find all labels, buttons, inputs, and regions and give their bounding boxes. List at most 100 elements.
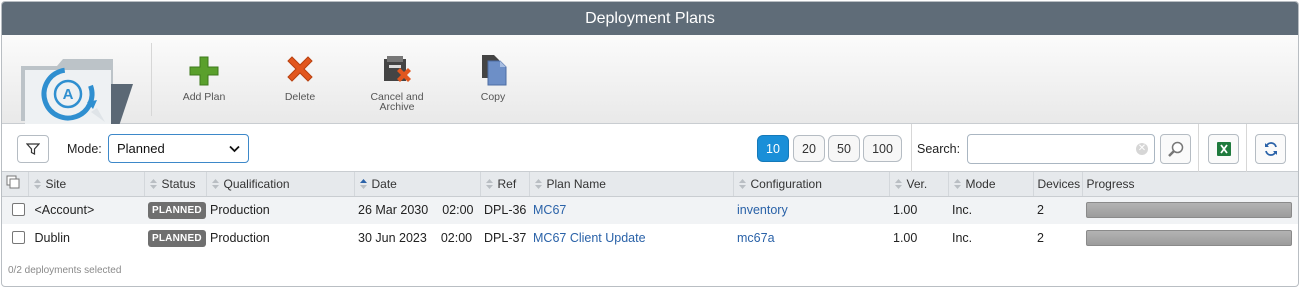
toolbar: A Add Plan Delete Cancel and Archive Cop… [2, 35, 1298, 126]
version-cell: 1.00 [893, 203, 918, 218]
deployment-plans-table: Site Status Qualification Date Ref Plan … [2, 172, 1298, 252]
copy-label: Copy [480, 91, 506, 103]
configuration-link[interactable]: mc67a [737, 231, 775, 245]
devices-cell: 2 [1037, 231, 1044, 245]
column-date[interactable]: Date [354, 172, 481, 197]
select-all-column[interactable] [2, 172, 29, 197]
date-cell: 30 Jun 2023 02:00 [358, 231, 473, 245]
column-qualification[interactable]: Qualification [206, 172, 355, 197]
archive-cancel-icon [384, 56, 411, 82]
row-checkbox[interactable] [12, 203, 25, 217]
column-site[interactable]: Site [28, 172, 145, 197]
version-cell: 1.00 [893, 231, 918, 245]
mode-select[interactable]: Planned [108, 134, 249, 163]
column-plan-name[interactable]: Plan Name [529, 172, 734, 197]
page-size-50[interactable]: 50 [828, 135, 860, 162]
progress-cell [1082, 196, 1298, 224]
excel-icon [1216, 142, 1231, 156]
sort-icon [953, 178, 961, 189]
cancel-archive-button[interactable]: Cancel and Archive [357, 53, 437, 112]
page-size-10[interactable]: 10 [757, 135, 789, 162]
column-configuration[interactable]: Configuration [733, 172, 890, 197]
magnifier-icon [1167, 141, 1183, 157]
window-title-bar: Deployment Plans [2, 2, 1298, 35]
toolbar-separator [151, 43, 152, 116]
status-badge: PLANNED [148, 201, 206, 219]
search-input[interactable]: ✕ [967, 134, 1155, 164]
mode-label: Mode: [67, 142, 102, 156]
configuration-link[interactable]: inventory [737, 203, 788, 217]
column-status[interactable]: Status [144, 172, 207, 197]
table-row[interactable]: Dublin PLANNED Production 30 Jun 2023 02:… [2, 224, 1298, 252]
plus-icon [189, 56, 219, 86]
status-cell: PLANNED [144, 196, 206, 224]
site-cell: <Account> [2, 196, 144, 224]
mode-cell: Inc. [952, 203, 973, 218]
date-cell: 26 Mar 2030 02:00 [358, 203, 474, 218]
qualification-cell: Production [210, 231, 270, 245]
plan-name-cell: MC67 Client Update [529, 224, 733, 252]
delete-x-icon [287, 56, 313, 82]
delete-label: Delete [284, 91, 316, 103]
export-excel-button[interactable] [1208, 134, 1239, 164]
column-ref[interactable]: Ref [480, 172, 530, 197]
configuration-cell: mc67a [733, 224, 889, 252]
ref-cell: DPL-36 [484, 203, 527, 218]
svg-text:A: A [63, 86, 74, 103]
add-plan-button[interactable]: Add Plan [164, 53, 244, 102]
column-devices: Devices [1033, 172, 1083, 197]
filter-separator [1198, 124, 1199, 172]
refresh-icon [1264, 142, 1277, 156]
table-row[interactable]: <Account> PLANNED Production 26 Mar 2030… [2, 196, 1298, 224]
progress-cell [1082, 224, 1298, 252]
table-header-row: Site Status Qualification Date Ref Plan … [2, 172, 1298, 197]
selection-status: 0/2 deployments selected [8, 265, 122, 276]
page-size-100[interactable]: 100 [863, 135, 902, 162]
copy-button[interactable]: Copy [453, 53, 533, 102]
sort-ascending-icon [359, 178, 367, 189]
copy-documents-icon [482, 55, 507, 86]
filter-separator [1246, 124, 1247, 172]
sort-icon [485, 178, 493, 189]
select-all-icon [6, 175, 20, 189]
delete-button[interactable]: Delete [260, 53, 340, 102]
window-title: Deployment Plans [585, 9, 715, 27]
qualification-cell: Production [210, 203, 270, 218]
devices-cell: 2 [1037, 203, 1044, 218]
sort-icon [211, 178, 219, 189]
status-badge: PLANNED [148, 229, 206, 247]
plan-name-cell: MC67 [529, 196, 733, 224]
filter-separator [911, 124, 912, 172]
sort-icon [534, 178, 542, 189]
sort-icon [33, 178, 41, 189]
plan-name-link[interactable]: MC67 Client Update [533, 231, 646, 245]
cancel-archive-label: Cancel and Archive [370, 91, 424, 113]
progress-bar [1086, 202, 1292, 219]
chevron-down-icon [229, 145, 240, 152]
mode-cell: Inc. [952, 231, 973, 245]
site-cell: Dublin [2, 224, 144, 252]
search-label: Search: [917, 142, 961, 156]
page-size-20[interactable]: 20 [793, 135, 825, 162]
column-progress: Progress [1082, 172, 1298, 197]
ref-cell: DPL-37 [484, 231, 527, 245]
row-checkbox[interactable] [12, 231, 25, 244]
funnel-icon [26, 143, 40, 155]
plan-name-link[interactable]: MC67 [533, 203, 566, 217]
configuration-cell: inventory [733, 196, 889, 224]
sort-icon [149, 178, 157, 189]
search-button[interactable] [1160, 134, 1191, 164]
deployment-plans-window: Deployment Plans A Add Plan Delete Cance… [1, 1, 1299, 287]
column-mode[interactable]: Mode [948, 172, 1034, 197]
status-cell: PLANNED [144, 224, 206, 252]
column-version[interactable]: Ver. [889, 172, 949, 197]
sort-icon [738, 178, 746, 189]
progress-bar [1086, 230, 1292, 246]
refresh-button[interactable] [1255, 134, 1286, 164]
filter-button[interactable] [17, 135, 49, 163]
sort-icon [894, 178, 902, 189]
add-plan-label: Add Plan [182, 91, 226, 103]
clear-search-icon[interactable]: ✕ [1136, 143, 1148, 155]
mode-select-value: Planned [117, 141, 165, 156]
deployment-folder-logo: A [21, 59, 133, 126]
